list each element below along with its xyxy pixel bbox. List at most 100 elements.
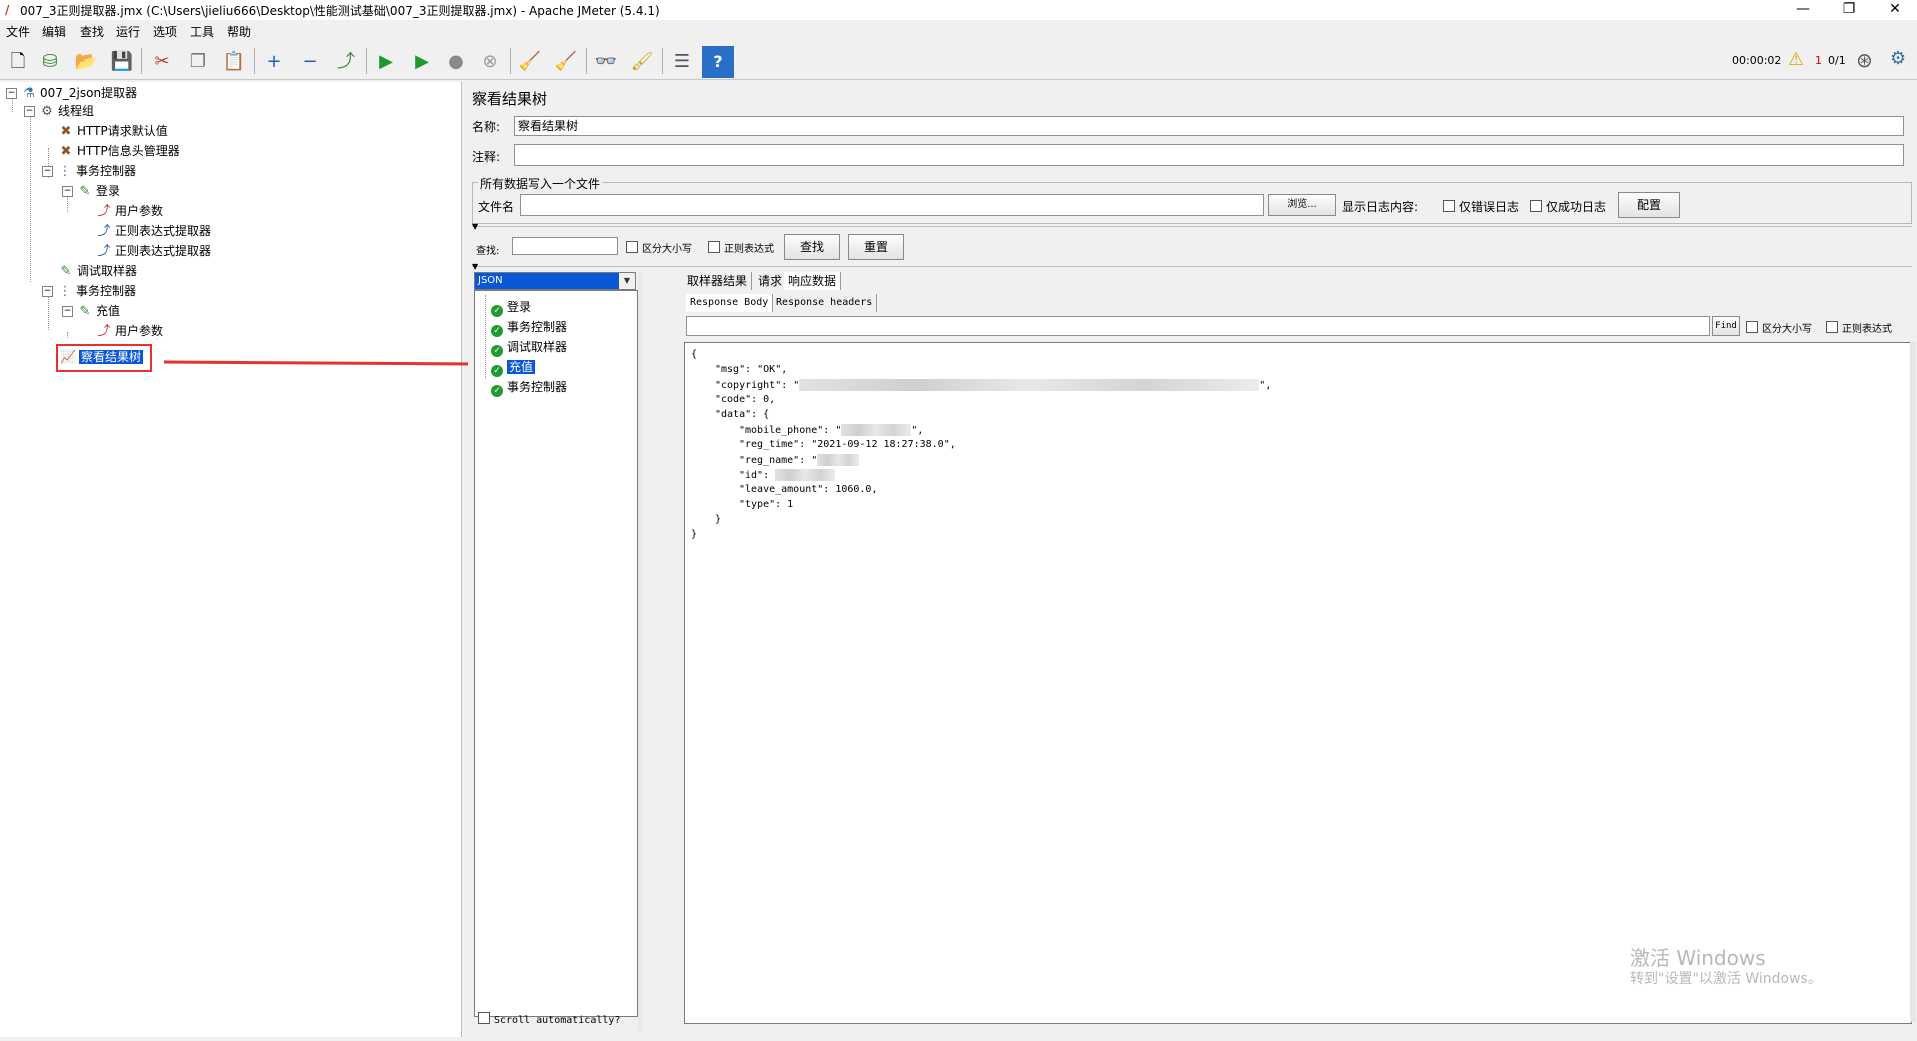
scroll-automatically-checkbox[interactable]: Scroll automatically?	[478, 1012, 620, 1026]
find-button[interactable]: 查找	[784, 234, 840, 260]
toolbar: 🗋 ⛁ 📂 💾 ✂ ❐ 📋 + − ⤴ ▶ ▶ ● ⊗ 🧹 🧹 👓 🖌 ☰ ? …	[0, 42, 1917, 80]
menu-file[interactable]: 文件	[6, 23, 30, 40]
start-no-pause-icon[interactable]: ▶	[406, 46, 438, 78]
tree-node-transaction-controller-1[interactable]: − ⋮ 事务控制器	[42, 162, 136, 180]
filename-label: 文件名	[478, 200, 515, 214]
collapse-toggle-icon[interactable]: −	[42, 166, 53, 177]
collapse-icon[interactable]: −	[294, 46, 326, 78]
copy-icon[interactable]: ❐	[182, 46, 214, 78]
tree-node-transaction-controller-2[interactable]: − ⋮ 事务控制器	[42, 282, 136, 300]
close-button[interactable]: ✕	[1872, 0, 1917, 20]
response-find-button[interactable]: Find	[1712, 316, 1740, 336]
result-item-debug-sampler[interactable]: ✓ 调试取样器	[491, 339, 567, 357]
tree-node-debug-sampler[interactable]: ✎ 调试取样器	[58, 262, 137, 280]
toggle-icon[interactable]: ⤴	[330, 46, 362, 78]
tree-node-user-params-2[interactable]: ⤴ 用户参数	[96, 322, 163, 340]
search-label: 查找:	[476, 246, 500, 257]
tree-node-http-defaults[interactable]: ✖ HTTP请求默认值	[58, 122, 168, 140]
tab-request[interactable]: 请求	[754, 272, 788, 290]
error-count: 1	[1815, 54, 1822, 67]
tab-response-data[interactable]: 响应数据	[784, 272, 842, 290]
collapse-toggle-icon[interactable]: −	[24, 106, 35, 117]
log-content-label: 显示日志内容:	[1342, 200, 1419, 214]
expand-icon[interactable]: +	[258, 46, 290, 78]
preprocessor-icon: ⤴	[97, 204, 111, 219]
tree-node-http-headers[interactable]: ✖ HTTP信息头管理器	[58, 142, 180, 160]
regex-checkbox[interactable]: 正则表达式	[708, 240, 774, 255]
help-icon[interactable]: ?	[702, 46, 734, 78]
split-arrow-icon[interactable]: ▼	[472, 222, 478, 231]
shutdown-icon[interactable]: ⊗	[474, 46, 506, 78]
open-icon[interactable]: 📂	[70, 46, 102, 78]
errors-only-checkbox[interactable]: 仅错误日志	[1443, 198, 1519, 215]
templates-icon[interactable]: ⛁	[34, 46, 66, 78]
configure-button[interactable]: 配置	[1618, 192, 1680, 218]
split-arrow-icon[interactable]: ▼	[472, 262, 478, 271]
start-icon[interactable]: ▶	[370, 46, 402, 78]
tree-node-test-plan[interactable]: − ⚗ 007_2json提取器	[6, 84, 137, 102]
tab-response-body[interactable]: Response Body	[686, 294, 774, 312]
response-case-checkbox[interactable]: 区分大小写	[1746, 320, 1812, 335]
collapse-toggle-icon[interactable]: −	[62, 306, 73, 317]
filename-field[interactable]	[520, 194, 1264, 216]
warning-icon[interactable]: ⚠	[1788, 49, 1804, 70]
results-splitter[interactable]	[638, 272, 642, 1032]
browse-button[interactable]: 浏览...	[1268, 194, 1336, 216]
save-icon[interactable]: 💾	[106, 46, 138, 78]
tree-node-view-results-tree[interactable]: 📈 察看结果树	[60, 348, 144, 366]
response-regex-checkbox[interactable]: 正则表达式	[1826, 320, 1892, 335]
menu-tools[interactable]: 工具	[190, 23, 214, 40]
collapse-toggle-icon[interactable]: −	[42, 286, 53, 297]
tree-node-login[interactable]: − ✎ 登录	[62, 182, 120, 200]
tree-node-user-params-1[interactable]: ⤴ 用户参数	[96, 202, 163, 220]
result-item-login[interactable]: ✓ 登录	[491, 299, 531, 317]
renderer-value: JSON	[478, 275, 503, 286]
result-item-transaction-1[interactable]: ✓ 事务控制器	[491, 319, 567, 337]
tree-node-thread-group[interactable]: − ⚙ 线程组	[24, 102, 94, 120]
chevron-down-icon[interactable]: ▼	[619, 273, 635, 289]
search-field[interactable]	[512, 237, 618, 255]
sampler-pipette-icon: ✎	[79, 304, 91, 319]
postprocessor-icon: ⤴	[97, 224, 111, 239]
collapse-toggle-icon[interactable]: −	[62, 186, 73, 197]
name-field[interactable]: 察看结果树	[514, 116, 1904, 136]
menu-run[interactable]: 运行	[116, 23, 140, 40]
menu-search[interactable]: 查找	[80, 23, 104, 40]
collapse-toggle-icon[interactable]: −	[6, 88, 17, 99]
maximize-button[interactable]: ❐	[1826, 0, 1872, 20]
vertical-scrollbar[interactable]	[1910, 342, 1916, 1022]
response-find-field[interactable]	[686, 316, 1710, 336]
minimize-button[interactable]: —	[1780, 0, 1826, 20]
paste-icon[interactable]: 📋	[218, 46, 250, 78]
tree-node-recharge[interactable]: − ✎ 充值	[62, 302, 120, 320]
case-sensitive-checkbox[interactable]: 区分大小写	[626, 240, 692, 255]
menu-help[interactable]: 帮助	[227, 23, 251, 40]
tree-node-regex-extractor-2[interactable]: ⤴ 正则表达式提取器	[96, 242, 211, 260]
stop-icon[interactable]: ●	[440, 46, 472, 78]
remote-status-icon[interactable]: ⊛	[1856, 48, 1873, 72]
response-body-viewer[interactable]: { "msg": "OK", "copyright": " ", "code": …	[684, 342, 1912, 1024]
cut-icon[interactable]: ✂	[146, 46, 178, 78]
menu-edit[interactable]: 编辑	[42, 23, 66, 40]
search-icon[interactable]: 👓	[590, 46, 622, 78]
view-results-tree-panel: 察看结果树 名称: 察看结果树 注释: 所有数据写入一个文件 文件名 浏览...…	[468, 82, 1917, 1037]
tree-node-regex-extractor-1[interactable]: ⤴ 正则表达式提取器	[96, 222, 211, 240]
tab-response-headers[interactable]: Response headers	[772, 294, 878, 312]
result-item-recharge[interactable]: ✓ 充值	[491, 359, 536, 377]
renderer-select[interactable]: JSON ▼	[474, 272, 636, 290]
clear-icon[interactable]: 🧹	[514, 46, 546, 78]
menu-options[interactable]: 选项	[153, 23, 177, 40]
function-helper-icon[interactable]: ☰	[666, 46, 698, 78]
json-id: "id":	[739, 469, 836, 481]
new-icon[interactable]: 🗋	[2, 46, 34, 78]
postprocessor-icon: ⤴	[97, 244, 111, 259]
reset-button[interactable]: 重置	[848, 234, 904, 260]
result-item-transaction-2[interactable]: ✓ 事务控制器	[491, 379, 567, 397]
tab-sampler-result[interactable]: 取样器结果	[683, 272, 753, 290]
json-code: "code": 0,	[715, 394, 776, 405]
reset-search-icon[interactable]: 🖌	[626, 46, 658, 78]
success-only-checkbox[interactable]: 仅成功日志	[1530, 198, 1606, 215]
comment-field[interactable]	[514, 144, 1904, 166]
log-viewer-icon[interactable]: ⚙	[1890, 48, 1906, 69]
clear-all-icon[interactable]: 🧹	[550, 46, 582, 78]
